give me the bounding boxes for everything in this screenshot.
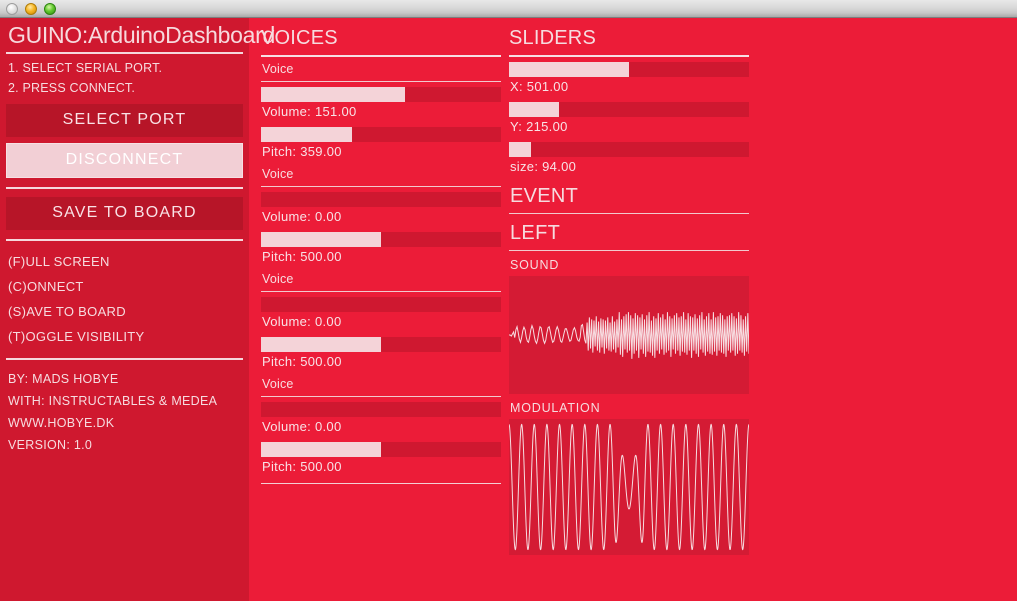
- voice-pitch-slider[interactable]: [261, 232, 501, 247]
- shortcut-connect[interactable]: (C)ONNECT: [6, 274, 243, 299]
- voice-pitch-slider-fill: [261, 337, 381, 352]
- voices-column: VOICES Voice Volume: 151.00 Pitch: 359.0…: [261, 18, 501, 484]
- voice-divider: [261, 186, 501, 187]
- instruction-step-1: 1. SELECT SERIAL PORT.: [8, 61, 163, 75]
- voice-volume-value: Volume: 151.00: [262, 104, 357, 119]
- modulation-graph-svg: [509, 419, 749, 555]
- sound-graph-heading: SOUND: [510, 258, 560, 272]
- voice-volume-value: Volume: 0.00: [262, 419, 342, 434]
- modulation-graph: [509, 419, 749, 555]
- credit-author: BY: MADS HOBYE: [8, 372, 119, 386]
- select-port-button[interactable]: SELECT PORT: [6, 104, 243, 137]
- voices-footer-divider: [261, 483, 501, 484]
- voice-pitch-value: Pitch: 500.00: [262, 459, 342, 474]
- voice-pitch-value: Pitch: 359.00: [262, 144, 342, 159]
- slider-y-value: Y: 215.00: [510, 119, 568, 134]
- voice-volume-value: Volume: 0.00: [262, 314, 342, 329]
- guino-dashboard-window: GUINO:ArduinoDashboard 1. SELECT SERIAL …: [0, 0, 1017, 601]
- sliders-heading: SLIDERS: [509, 27, 596, 49]
- window-titlebar: [0, 0, 1017, 18]
- disconnect-button[interactable]: DISCONNECT: [6, 143, 243, 178]
- page-title: GUINO:ArduinoDashboard: [8, 22, 275, 48]
- sound-graph: [509, 276, 749, 394]
- voice-volume-slider[interactable]: [261, 87, 501, 102]
- voice-pitch-slider[interactable]: [261, 337, 501, 352]
- credit-website[interactable]: WWW.HOBYE.DK: [6, 412, 243, 434]
- shortcut-toggle-visibility[interactable]: (T)OGGLE VISIBILITY: [6, 324, 243, 349]
- slider-x-value: X: 501.00: [510, 79, 569, 94]
- voice-volume-slider[interactable]: [261, 297, 501, 312]
- voice-volume-slider-fill: [261, 87, 405, 102]
- window-controls: [6, 3, 56, 15]
- voice-group: Voice Volume: 0.00 Pitch: 500.00: [261, 267, 501, 372]
- voice-pitch-slider-fill: [261, 232, 381, 247]
- event-value: LEFT: [510, 222, 561, 244]
- close-button[interactable]: [6, 3, 18, 15]
- voice-volume-value: Volume: 0.00: [262, 209, 342, 224]
- shortcut-fullscreen[interactable]: (F)ULL SCREEN: [6, 249, 243, 274]
- app-body: GUINO:ArduinoDashboard 1. SELECT SERIAL …: [0, 18, 1017, 601]
- voices-heading: VOICES: [261, 27, 338, 49]
- shortcut-save-to-board[interactable]: (S)AVE TO BOARD: [6, 299, 243, 324]
- modulation-graph-heading: MODULATION: [510, 401, 601, 415]
- sidebar-divider-3: [6, 358, 243, 360]
- sliders-heading-divider: [509, 55, 749, 57]
- voice-pitch-slider-fill: [261, 127, 353, 142]
- sliders-column: SLIDERS X: 501.00 Y: 215.00 size: 94.00 …: [509, 18, 749, 555]
- instruction-step-2: 2. PRESS CONNECT.: [8, 81, 136, 95]
- sound-graph-svg: [509, 276, 749, 394]
- save-to-board-button[interactable]: SAVE TO BOARD: [6, 197, 243, 230]
- credit-partners: WITH: INSTRUCTABLES & MEDEA: [8, 394, 218, 408]
- slider-size-fill: [509, 142, 531, 157]
- slider-y-fill: [509, 102, 560, 117]
- sidebar-divider-1: [6, 187, 243, 189]
- voice-divider: [261, 396, 501, 397]
- slider-size[interactable]: [509, 142, 749, 157]
- voice-label: Voice: [262, 272, 294, 286]
- maximize-button[interactable]: [44, 3, 56, 15]
- minimize-button[interactable]: [25, 3, 37, 15]
- slider-x-fill: [509, 62, 629, 77]
- sidebar: GUINO:ArduinoDashboard 1. SELECT SERIAL …: [0, 18, 275, 601]
- credit-version: VERSION: 1.0: [8, 438, 93, 452]
- voice-group: Voice Volume: 0.00 Pitch: 500.00: [261, 372, 501, 477]
- voice-pitch-slider[interactable]: [261, 127, 501, 142]
- voice-label: Voice: [262, 62, 294, 76]
- voice-divider: [261, 81, 501, 82]
- slider-size-value: size: 94.00: [510, 159, 577, 174]
- voice-pitch-slider[interactable]: [261, 442, 501, 457]
- voice-group: Voice Volume: 151.00 Pitch: 359.00: [261, 57, 501, 162]
- title-divider: [6, 52, 243, 54]
- voice-volume-slider[interactable]: [261, 402, 501, 417]
- voice-group: Voice Volume: 0.00 Pitch: 500.00: [261, 162, 501, 267]
- slider-y[interactable]: [509, 102, 749, 117]
- voice-label: Voice: [262, 377, 294, 391]
- event-heading: EVENT: [510, 185, 579, 207]
- voice-divider: [261, 291, 501, 292]
- voice-pitch-slider-fill: [261, 442, 381, 457]
- voice-pitch-value: Pitch: 500.00: [262, 354, 342, 369]
- voice-volume-slider[interactable]: [261, 192, 501, 207]
- slider-x[interactable]: [509, 62, 749, 77]
- voice-pitch-value: Pitch: 500.00: [262, 249, 342, 264]
- sidebar-divider-2: [6, 239, 243, 241]
- voice-label: Voice: [262, 167, 294, 181]
